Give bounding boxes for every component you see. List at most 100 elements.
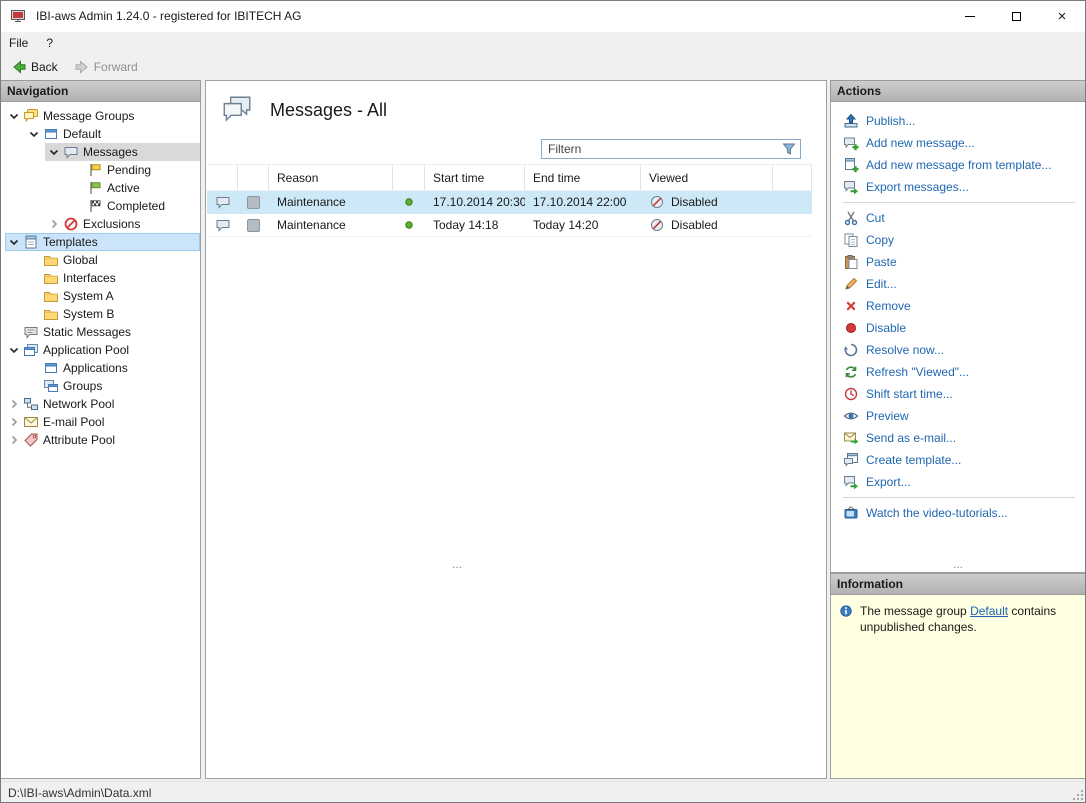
folder-icon xyxy=(43,288,59,304)
action-export[interactable]: Export... xyxy=(831,471,1085,493)
tree-item-label: Global xyxy=(63,253,98,267)
window-controls: × xyxy=(947,1,1085,32)
action-add-new-message[interactable]: Add new message... xyxy=(831,132,1085,154)
action-cut[interactable]: Cut xyxy=(831,207,1085,229)
tree-chevron-collapsed-icon[interactable] xyxy=(5,396,23,412)
cell-end-time: 17.10.2014 22:00 xyxy=(533,195,627,209)
network-icon xyxy=(23,396,39,412)
tree-chevron-slot xyxy=(25,360,43,376)
tree-item-pending[interactable]: Pending xyxy=(69,161,200,179)
action-export-messages[interactable]: Export messages... xyxy=(831,176,1085,198)
close-button[interactable]: × xyxy=(1039,1,1085,32)
tree-item-system-a[interactable]: System A xyxy=(25,287,200,305)
tree-item-message-groups[interactable]: Message Groups xyxy=(5,107,200,125)
chevron-down-icon xyxy=(46,144,62,160)
action-send-as-e-mail[interactable]: Send as e-mail... xyxy=(831,427,1085,449)
col-end-time[interactable]: End time xyxy=(525,165,641,190)
message-groups-icon xyxy=(23,108,39,124)
action-publish[interactable]: Publish... xyxy=(831,110,1085,132)
forward-button[interactable]: Forward xyxy=(69,57,143,77)
action-paste[interactable]: Paste xyxy=(831,251,1085,273)
tree-item-applications[interactable]: Applications xyxy=(25,359,200,377)
back-button[interactable]: Back xyxy=(6,57,63,77)
tree-item-e-mail-pool[interactable]: E-mail Pool xyxy=(5,413,200,431)
tree-chevron-expanded-icon[interactable] xyxy=(5,108,23,124)
col-category[interactable] xyxy=(238,165,269,190)
tree-item-templates[interactable]: Templates xyxy=(5,233,200,251)
tree-chevron-expanded-icon[interactable] xyxy=(5,234,23,250)
tree-item-active[interactable]: Active xyxy=(69,179,200,197)
tree-chevron-slot xyxy=(25,378,43,394)
tree-item-system-b[interactable]: System B xyxy=(25,305,200,323)
action-watch-the-video-tutorials[interactable]: Watch the video-tutorials... xyxy=(831,502,1085,524)
menu-file[interactable]: File xyxy=(0,33,37,53)
close-icon: × xyxy=(1057,8,1067,25)
window-title: IBI-aws Admin 1.24.0 - registered for IB… xyxy=(36,9,302,23)
tree-item-network-pool[interactable]: Network Pool xyxy=(5,395,200,413)
mail-icon xyxy=(23,414,39,430)
tree-item-static-messages[interactable]: Static Messages xyxy=(5,323,200,341)
action-resolve-now[interactable]: Resolve now... xyxy=(831,339,1085,361)
action-preview[interactable]: Preview xyxy=(831,405,1085,427)
tree-chevron-collapsed-icon[interactable] xyxy=(5,432,23,448)
tree-chevron-slot xyxy=(69,198,87,214)
navigation-body: Message Groups Default Messages Pending Acti… xyxy=(0,102,201,779)
col-status[interactable] xyxy=(393,165,425,190)
cell-start-time: 17.10.2014 20:30 xyxy=(433,195,525,209)
col-message-icon[interactable] xyxy=(207,165,238,190)
tree-chevron-collapsed-icon[interactable] xyxy=(45,216,63,232)
tree-chevron-expanded-icon[interactable] xyxy=(5,342,23,358)
default-group-link[interactable]: Default xyxy=(970,604,1008,618)
maximize-button[interactable] xyxy=(993,1,1039,32)
tree-item-exclusions[interactable]: Exclusions xyxy=(45,215,200,233)
tree-chevron-expanded-icon[interactable] xyxy=(25,126,43,142)
action-refresh-viewed[interactable]: Refresh "Viewed"... xyxy=(831,361,1085,383)
window-icon xyxy=(43,126,59,142)
titlebar[interactable]: IBI-aws Admin 1.24.0 - registered for IB… xyxy=(0,0,1086,32)
action-label: Shift start time... xyxy=(866,387,953,401)
cell-reason: Maintenance xyxy=(277,195,346,209)
action-shift-start-time[interactable]: Shift start time... xyxy=(831,383,1085,405)
tree-item-completed[interactable]: Completed xyxy=(69,197,200,215)
filter-icon xyxy=(781,141,797,157)
message-row[interactable]: Maintenance Today 14:18 Today 14:20 Disable… xyxy=(207,214,812,237)
menu-help[interactable]: ? xyxy=(37,33,62,53)
minimize-button[interactable] xyxy=(947,1,993,32)
tree-chevron-slot xyxy=(5,324,23,340)
tree-item-attribute-pool[interactable]: Attribute Pool xyxy=(5,431,200,449)
actions-overflow-ellipsis[interactable]: ... xyxy=(831,557,1085,571)
filter-input[interactable] xyxy=(542,142,778,156)
tree-chevron-expanded-icon[interactable] xyxy=(45,144,63,160)
action-label: Publish... xyxy=(866,114,916,128)
chevron-down-icon xyxy=(6,342,22,358)
tree-item-label: Network Pool xyxy=(43,397,115,411)
action-label: Export... xyxy=(866,475,911,489)
message-row[interactable]: Maintenance 17.10.2014 20:30 17.10.2014 22… xyxy=(207,191,812,214)
actions-list: Publish... Add new message... Add new mess… xyxy=(831,102,1085,524)
navigation-panel: Navigation Message Groups Default Messages… xyxy=(0,80,201,779)
col-start-time[interactable]: Start time xyxy=(425,165,525,190)
tree-item-groups[interactable]: Groups xyxy=(25,377,200,395)
action-label: Copy xyxy=(866,233,895,247)
action-copy[interactable]: Copy xyxy=(831,229,1085,251)
tree-item-default[interactable]: Default xyxy=(25,125,200,143)
resize-grip-icon[interactable] xyxy=(1071,788,1084,801)
filter-button[interactable] xyxy=(778,141,800,157)
col-viewed[interactable]: Viewed xyxy=(641,165,773,190)
action-edit[interactable]: Edit... xyxy=(831,273,1085,295)
tree-chevron-collapsed-icon[interactable] xyxy=(5,414,23,430)
tree-item-messages[interactable]: Messages xyxy=(45,143,200,161)
action-add-new-message-from-template[interactable]: Add new message from template... xyxy=(831,154,1085,176)
tree-item-interfaces[interactable]: Interfaces xyxy=(25,269,200,287)
action-remove[interactable]: Remove xyxy=(831,295,1085,317)
action-create-template[interactable]: Create template... xyxy=(831,449,1085,471)
status-path: D:\IBI-aws\Admin\Data.xml xyxy=(8,785,152,800)
folder-icon xyxy=(43,270,59,286)
tree-item-application-pool[interactable]: Application Pool xyxy=(5,341,200,359)
flag-green-icon xyxy=(87,180,103,196)
cell-end-time: Today 14:20 xyxy=(533,218,599,232)
action-disable[interactable]: Disable xyxy=(831,317,1085,339)
col-reason[interactable]: Reason xyxy=(269,165,393,190)
information-body: The message group Default contains unpub… xyxy=(830,595,1086,779)
tree-item-global[interactable]: Global xyxy=(25,251,200,269)
